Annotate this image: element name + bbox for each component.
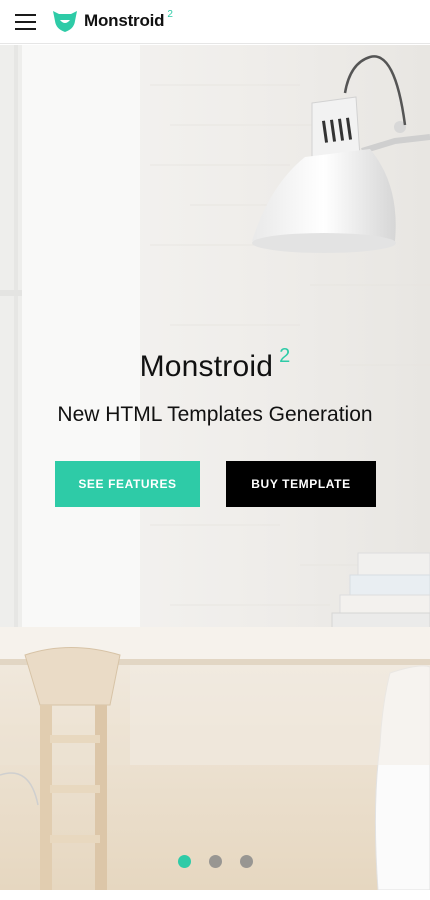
hero-title: Monstroid 2 bbox=[0, 345, 430, 384]
page-bottom bbox=[0, 890, 430, 900]
hero-section: Monstroid 2 New HTML Templates Generation… bbox=[0, 45, 430, 890]
hamburger-line bbox=[15, 21, 36, 23]
hamburger-line bbox=[15, 14, 36, 16]
brand-superscript: 2 bbox=[167, 9, 173, 20]
monster-face-logo-icon bbox=[53, 11, 77, 32]
slider-dot-1[interactable] bbox=[177, 855, 191, 868]
hamburger-line bbox=[15, 28, 36, 30]
slider-dot-2[interactable] bbox=[208, 855, 222, 868]
brand-name: Monstroid bbox=[84, 11, 165, 30]
buy-template-button[interactable]: BUY TEMPLATE bbox=[226, 461, 376, 507]
hero-subtitle: New HTML Templates Generation bbox=[57, 403, 373, 426]
brand-logo[interactable]: Monstroid 2 bbox=[52, 9, 173, 33]
see-features-button[interactable]: SEE FEATURES bbox=[55, 461, 200, 507]
slider-dot-3[interactable] bbox=[239, 855, 253, 868]
slider-pagination bbox=[0, 855, 430, 868]
hero-title-superscript: 2 bbox=[279, 345, 291, 367]
top-header: Monstroid 2 bbox=[0, 0, 430, 44]
hero-title-text: Monstroid bbox=[139, 350, 274, 383]
hamburger-icon[interactable] bbox=[15, 14, 36, 30]
